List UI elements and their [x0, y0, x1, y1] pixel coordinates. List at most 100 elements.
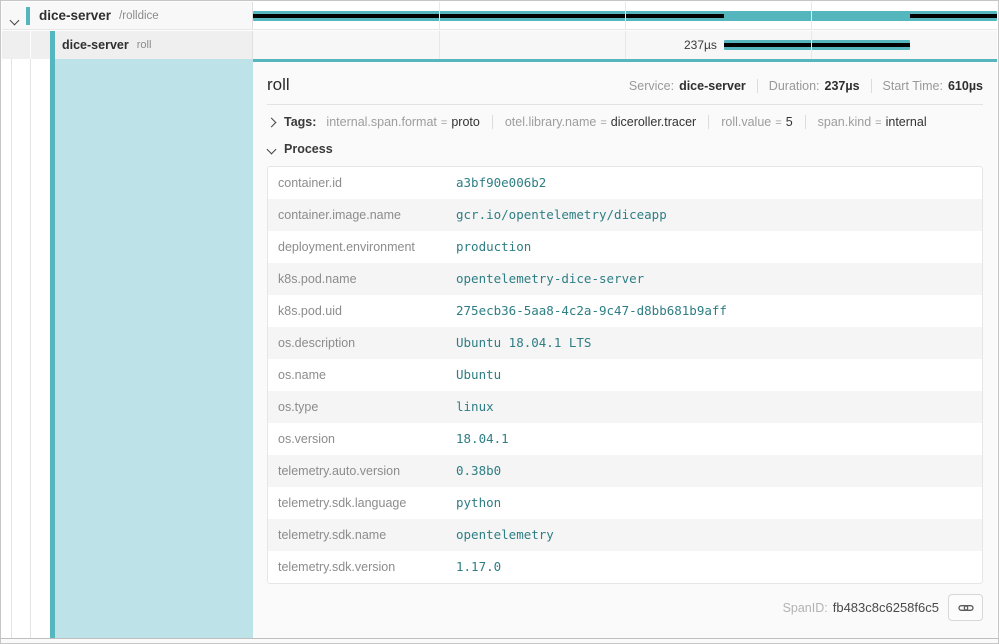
process-value: opentelemetry-dice-server	[446, 263, 982, 295]
process-key: os.version	[268, 423, 446, 455]
tree-guide-line	[30, 59, 31, 638]
process-kv-row: os.nameUbuntu	[268, 359, 982, 391]
span-bar-roll[interactable]	[724, 40, 910, 50]
process-key: os.description	[268, 327, 446, 359]
meta-label: Duration:	[769, 79, 820, 93]
deep-link-button[interactable]	[948, 594, 983, 621]
tags-label: Tags:	[284, 115, 316, 129]
span-detail-panel: roll Service:dice-serverDuration:237µsSt…	[253, 59, 997, 638]
service-color-bar	[50, 31, 55, 59]
process-kv-row: os.descriptionUbuntu 18.04.1 LTS	[268, 327, 982, 359]
process-kv-row: telemetry.sdk.version1.17.0	[268, 551, 982, 583]
process-kv-row: k8s.pod.uid275ecb36-5aa8-4c2a-9c47-d8bb6…	[268, 295, 982, 327]
process-kv-row: k8s.pod.nameopentelemetry-dice-server	[268, 263, 982, 295]
collapse-chevron-icon[interactable]	[11, 11, 18, 29]
tags-accordion[interactable]: Tags: internal.span.format = proto otel.lib…	[267, 105, 983, 138]
process-value: 275ecb36-5aa8-4c2a-9c47-d8bb681b9aff	[446, 295, 982, 327]
tree-guide-line	[30, 31, 31, 59]
process-key: telemetry.sdk.name	[268, 519, 446, 551]
process-key: container.image.name	[268, 199, 446, 231]
span-tree-gutter	[2, 59, 253, 638]
chevron-right-icon[interactable]	[268, 115, 275, 129]
process-value: opentelemetry	[446, 519, 982, 551]
process-value: gcr.io/opentelemetry/diceapp	[446, 199, 982, 231]
meta-label: Start Time:	[883, 79, 943, 93]
operation-name: roll	[137, 39, 152, 51]
tag-equals: =	[441, 117, 447, 129]
process-key: container.id	[268, 167, 446, 199]
link-icon	[958, 600, 974, 616]
meta-label: Service:	[629, 79, 674, 93]
span-name-cell-roll[interactable]: dice-server roll	[2, 31, 253, 59]
spanid-label: SpanID:	[783, 601, 828, 615]
meta-item: Start Time: 610µs	[871, 79, 983, 93]
tag-key: span.kind	[818, 115, 872, 129]
tag-item: span.kind= internal	[805, 115, 927, 129]
tag-summary-list: internal.span.format = proto otel.library.n…	[326, 115, 926, 129]
process-kv-row: container.ida3bf90e006b2	[268, 167, 982, 199]
tag-equals: =	[875, 117, 881, 129]
meta-value: dice-server	[679, 79, 746, 93]
meta-item: Duration: 237µs	[757, 79, 860, 93]
service-name[interactable]: dice-server	[39, 8, 111, 23]
process-value: Ubuntu	[446, 359, 982, 391]
timeline-gridline	[811, 31, 812, 59]
tag-key: roll.value	[721, 115, 771, 129]
process-key: telemetry.sdk.language	[268, 487, 446, 519]
process-kv-row: os.version18.04.1	[268, 423, 982, 455]
timeline-gridline	[811, 2, 812, 29]
timeline-gridline	[625, 2, 626, 29]
tag-item: internal.span.format = proto	[326, 115, 479, 129]
service-name[interactable]: dice-server	[62, 38, 129, 52]
timeline-row-roll: 237µs	[253, 31, 997, 59]
process-kv-row: container.image.namegcr.io/opentelemetry…	[268, 199, 982, 231]
process-value: python	[446, 487, 982, 519]
process-accordion[interactable]: Process	[267, 138, 983, 166]
meta-value: 610µs	[948, 79, 983, 93]
jaeger-trace-view: dice-server /rolldice dice-server roll 2…	[0, 0, 999, 644]
process-value: 0.38b0	[446, 455, 982, 487]
span-meta: Service: dice-server Duration: 237µs Start T…	[629, 79, 983, 93]
span-row-roll: dice-server roll 237µs	[2, 31, 997, 59]
span-detail-header: roll Service:dice-serverDuration:237µsSt…	[267, 62, 983, 104]
span-row-rolldice: dice-server /rolldice	[2, 2, 997, 30]
tag-item: roll.value=5	[708, 115, 792, 129]
span-detail-footer: SpanID: fb483c8c6258f6c5	[267, 584, 983, 631]
process-value: linux	[446, 391, 982, 423]
selected-span-highlight	[55, 59, 253, 638]
tag-key: otel.library.name	[505, 115, 596, 129]
timeline-gridline	[439, 2, 440, 29]
tag-value: proto	[451, 115, 480, 129]
process-value: production	[446, 231, 982, 263]
process-kv-row: telemetry.sdk.nameopentelemetry	[268, 519, 982, 551]
timeline-gridline	[439, 31, 440, 59]
tag-key: internal.span.format	[326, 115, 436, 129]
operation-name: /rolldice	[119, 10, 159, 22]
timeline-row-rolldice	[253, 2, 997, 29]
chevron-down-icon[interactable]	[268, 140, 275, 158]
service-color-bar	[26, 7, 30, 25]
span-name-cell-rolldice[interactable]: dice-server /rolldice	[2, 2, 253, 29]
process-label: Process	[284, 142, 333, 156]
process-key: k8s.pod.name	[268, 263, 446, 295]
meta-value: 237µs	[825, 79, 860, 93]
process-kv-row: deployment.environmentproduction	[268, 231, 982, 263]
process-value: a3bf90e006b2	[446, 167, 982, 199]
tag-value: internal	[886, 115, 927, 129]
process-value: 18.04.1	[446, 423, 982, 455]
process-key: deployment.environment	[268, 231, 446, 263]
process-key: telemetry.auto.version	[268, 455, 446, 487]
process-key: os.name	[268, 359, 446, 391]
process-value: 1.17.0	[446, 551, 982, 583]
tag-equals: =	[600, 117, 606, 129]
tag-item: otel.library.name = diceroller.tracer	[492, 115, 696, 129]
process-key: k8s.pod.uid	[268, 295, 446, 327]
span-bar-overlay	[724, 43, 910, 47]
span-bar-overlay	[910, 14, 997, 18]
tag-value: 5	[786, 115, 793, 129]
process-kv-table: container.ida3bf90e006b2container.image.…	[267, 166, 983, 584]
tag-value: diceroller.tracer	[611, 115, 696, 129]
span-bar-overlay	[253, 14, 724, 18]
span-detail-row: roll Service:dice-serverDuration:237µsSt…	[2, 59, 997, 638]
process-key: telemetry.sdk.version	[268, 551, 446, 583]
